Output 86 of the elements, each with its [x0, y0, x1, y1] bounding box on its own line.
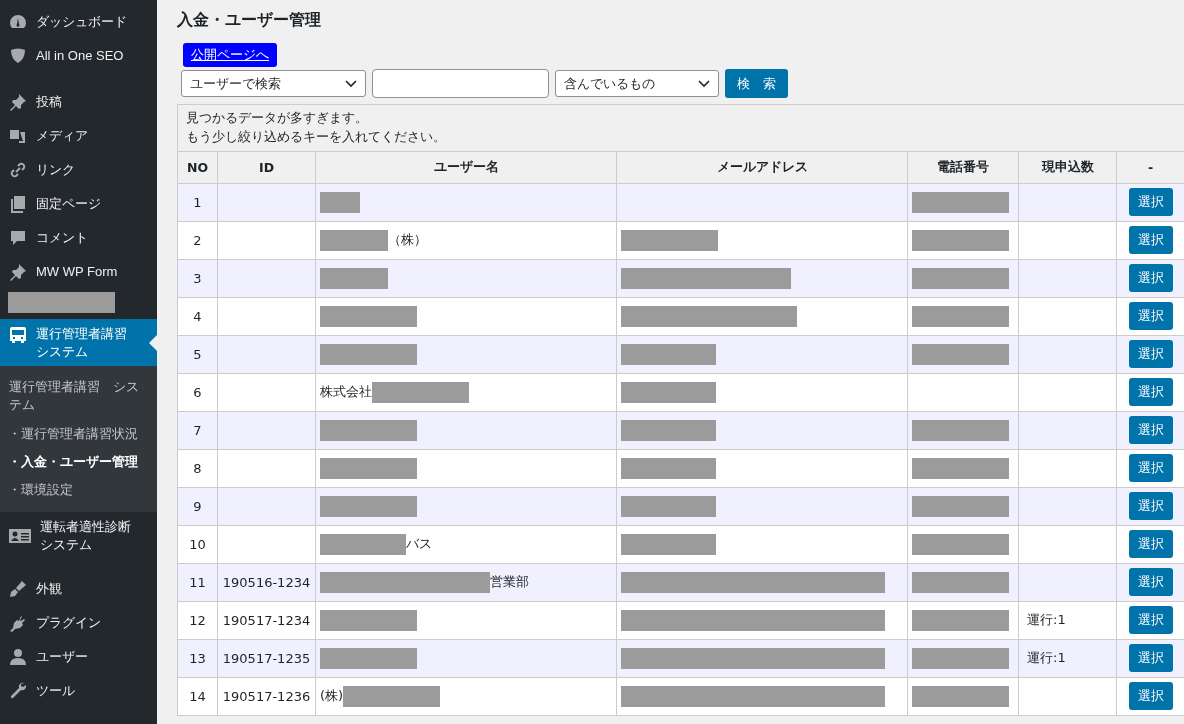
column-header: NO	[177, 151, 218, 183]
menu-item[interactable]: プラグイン	[0, 605, 157, 640]
table-cell: 10	[177, 525, 218, 563]
menu-item[interactable]: 外観	[0, 571, 157, 606]
menu-item[interactable]: All in One SEO	[0, 39, 157, 73]
table-cell: 12	[177, 601, 218, 639]
table-cell: 営業部	[315, 563, 617, 601]
brush-icon	[8, 578, 28, 599]
message-text: 見つかるデータが多すぎます。	[186, 109, 369, 127]
column-header: 電話番号	[907, 151, 1019, 183]
pages-icon	[8, 194, 28, 214]
public-page-link[interactable]: 公開ページへ	[183, 43, 277, 67]
menu-item[interactable]: ユーザー	[0, 639, 157, 674]
table-cell: バス	[315, 525, 617, 563]
wrench-icon	[8, 680, 28, 701]
table-cell: 190517-1234	[217, 601, 316, 639]
match-select[interactable]: 含んでいるもの	[555, 70, 719, 97]
column-header: ID	[217, 151, 316, 183]
select-button[interactable]: 選択	[1128, 682, 1173, 710]
pin-icon	[8, 92, 28, 112]
message-text: もう少し絞り込めるキーを入れてください。	[186, 127, 447, 146]
table-cell: 190516-1234	[217, 563, 316, 601]
menu-item[interactable]: ダッシュボード	[0, 5, 157, 39]
shield-icon	[8, 46, 28, 66]
select-button[interactable]: 選択	[1128, 378, 1173, 406]
table-cell: 9	[177, 487, 218, 525]
table-cell: 1	[177, 183, 218, 221]
chevron-down-icon	[698, 79, 710, 88]
table-cell: 4	[177, 297, 218, 335]
select-button[interactable]: 選択	[1128, 530, 1173, 558]
field-select[interactable]: ユーザーで検索	[181, 70, 366, 97]
select-button[interactable]: 選択	[1128, 302, 1173, 330]
select-button[interactable]: 選択	[1128, 606, 1173, 634]
select-button[interactable]: 選択	[1128, 340, 1173, 368]
table-cell: 3	[177, 259, 218, 297]
current-pointer-icon	[149, 335, 157, 351]
menu-item[interactable]: リンク	[0, 153, 157, 187]
id-card-icon	[8, 526, 32, 546]
bus-icon	[8, 325, 28, 345]
select-button[interactable]: 選択	[1128, 492, 1173, 520]
page-title: 入金・ユーザー管理	[177, 10, 322, 31]
select-button[interactable]: 選択	[1128, 416, 1173, 444]
select-button[interactable]: 選択	[1128, 226, 1173, 254]
table-cell: 14	[177, 677, 218, 715]
link-icon	[8, 160, 28, 180]
submenu-title: 運行管理者講習 システム	[8, 378, 140, 415]
menu-item[interactable]: ツール	[0, 673, 157, 708]
menu-item[interactable]: MW WP Form	[0, 255, 157, 289]
column-header: -	[1116, 151, 1184, 183]
table-cell: 8	[177, 449, 218, 487]
menu-item[interactable]: 投稿	[0, 85, 157, 119]
menu-item[interactable]: コメント	[0, 221, 157, 255]
menu-item[interactable]: 運転者適性診断システム	[0, 512, 157, 560]
table-cell: （株）	[315, 221, 617, 259]
menu-item[interactable]: メディア	[0, 119, 157, 153]
table-cell: 7	[177, 411, 218, 449]
table-cell: 13	[177, 639, 218, 677]
table-cell: 190517-1235	[217, 639, 316, 677]
user-icon	[8, 646, 28, 667]
table-cell: 運行:1	[1018, 601, 1117, 639]
select-button[interactable]: 選択	[1128, 568, 1173, 596]
keyword-input[interactable]	[372, 69, 549, 98]
search-button[interactable]: 検 索	[725, 69, 788, 98]
table-cell: 190517-1236	[217, 677, 316, 715]
chevron-down-icon	[345, 79, 357, 88]
column-header: ユーザー名	[315, 151, 617, 183]
select-button[interactable]: 選択	[1128, 264, 1173, 292]
table-cell: 2	[177, 221, 218, 259]
table-cell: 運行:1	[1018, 639, 1117, 677]
table-cell: 株式会社	[315, 373, 617, 411]
menu-item[interactable]: 運行管理者講習システム	[0, 319, 157, 367]
select-button[interactable]: 選択	[1128, 188, 1173, 216]
table-cell: (株)	[315, 677, 617, 715]
table-cell: 5	[177, 335, 218, 373]
table-cell: 11	[177, 563, 218, 601]
submenu-item[interactable]: ・運行管理者講習状況	[0, 420, 157, 449]
column-header: 現申込数	[1018, 151, 1117, 183]
submenu-item[interactable]: ・環境設定	[0, 476, 157, 505]
submenu-item[interactable]: ・入金・ユーザー管理	[0, 448, 157, 477]
comment-icon	[8, 228, 28, 248]
pin-icon	[8, 262, 28, 282]
column-header: メールアドレス	[616, 151, 908, 183]
select-button[interactable]: 選択	[1128, 454, 1173, 482]
select-button[interactable]: 選択	[1128, 644, 1173, 672]
table-cell: 6	[177, 373, 218, 411]
menu-item[interactable]: 固定ページ	[0, 187, 157, 221]
